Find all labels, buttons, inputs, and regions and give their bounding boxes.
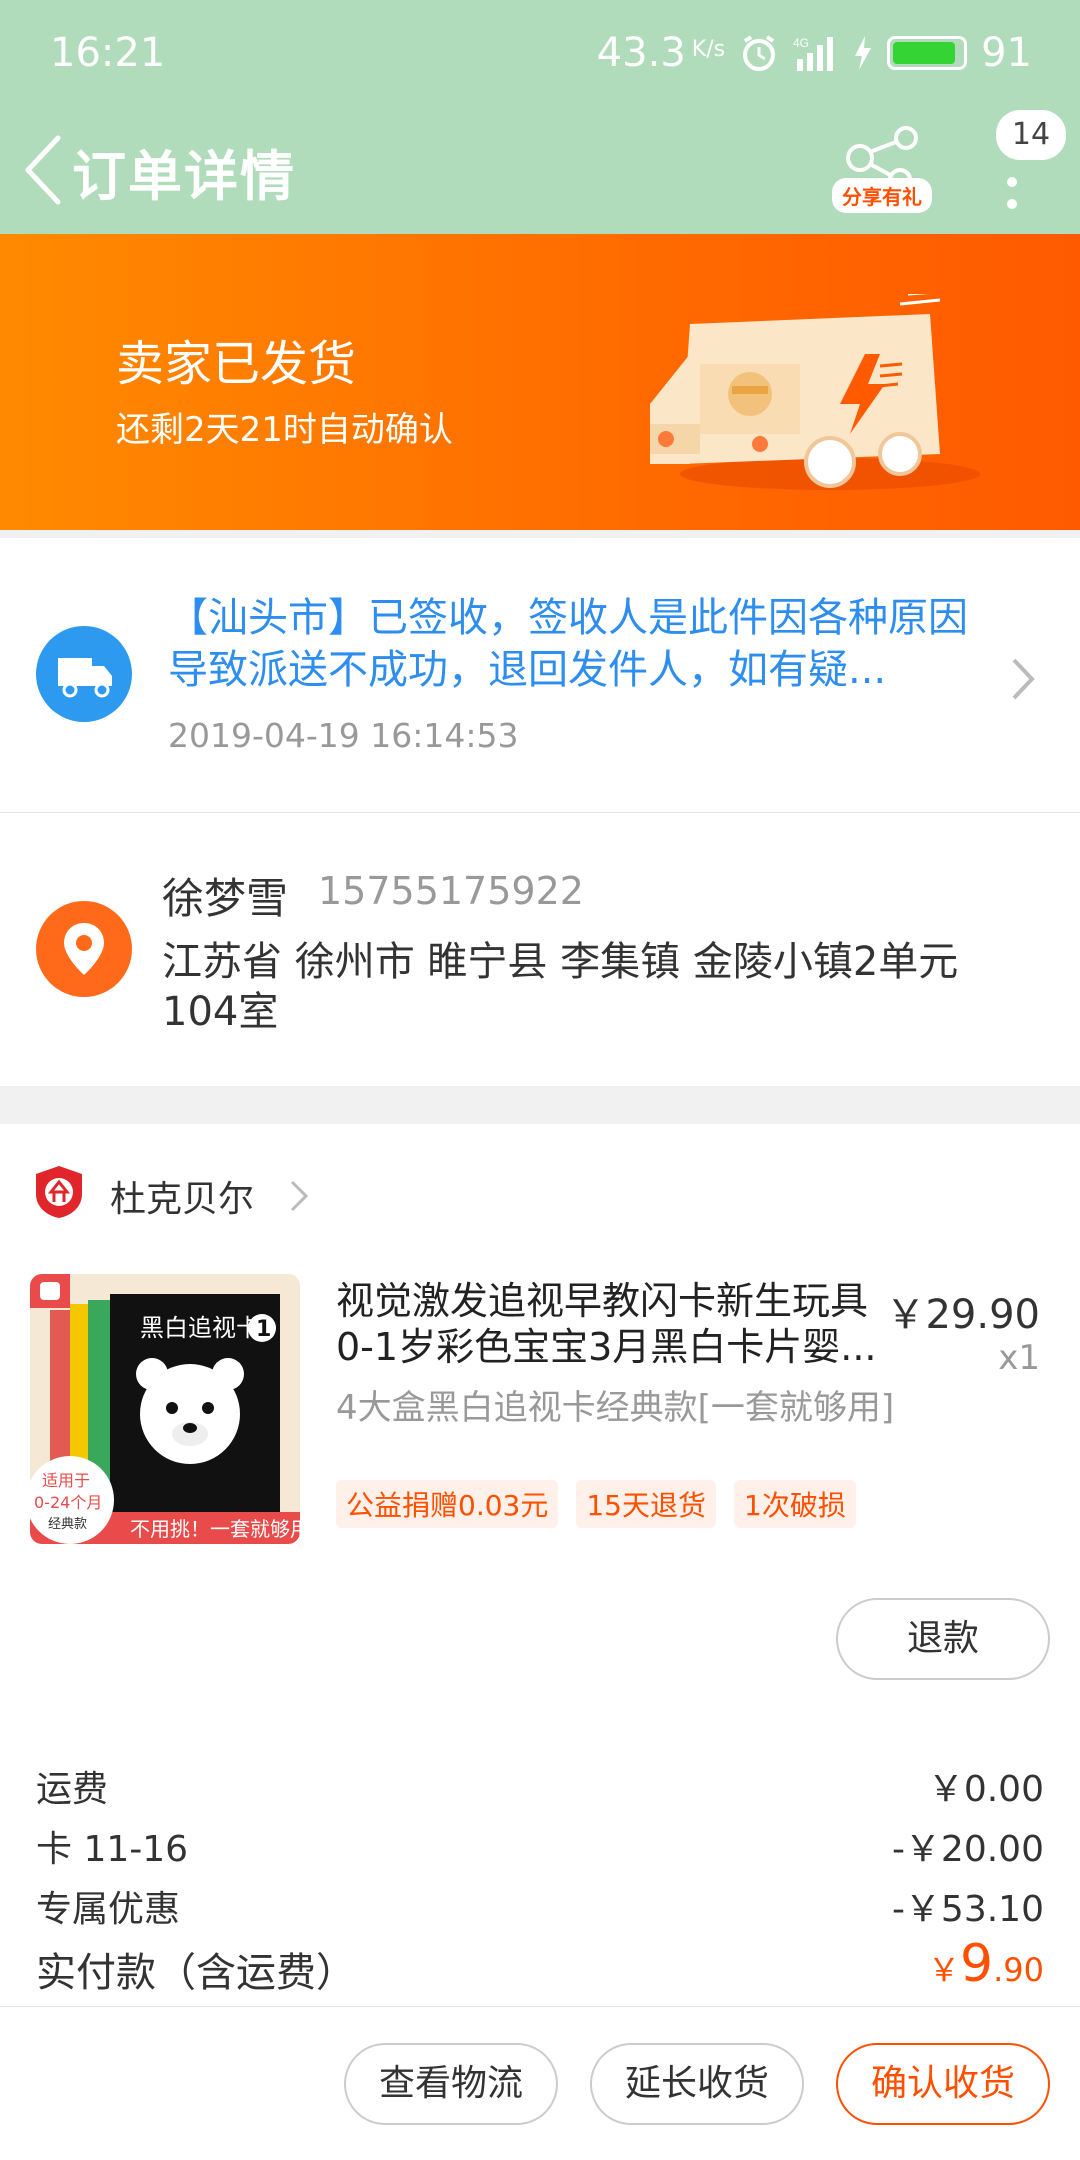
fee-value: ￥0.00	[927, 1769, 1044, 1810]
page-title: 订单详情	[72, 145, 296, 208]
shop-header[interactable]: 杜克贝尔	[0, 1124, 1080, 1254]
order-item[interactable]: 黑白追视卡 1 不用挑！一套就够用 适用于 0-24个月 经典款 视觉激发追视早…	[30, 1274, 1050, 1554]
shipping-status-banner: 卖家已发货 还剩2天21时自动确认	[0, 234, 1080, 530]
thumb-age-line1: 适用于	[42, 1471, 90, 1490]
refund-button[interactable]: 退款	[836, 1598, 1050, 1680]
thumb-age-line2: 0-24个月	[34, 1493, 102, 1512]
bottom-action-bar: 查看物流 延长收货 确认收货	[0, 2006, 1080, 2160]
logistics-timestamp: 2019-04-19 16:14:53	[168, 716, 519, 755]
service-tag: 公益捐赠0.03元	[336, 1480, 559, 1528]
product-title[interactable]: 视觉激发追视早教闪卡新生玩具0-1岁彩色宝宝3月黑白卡片婴...	[336, 1278, 896, 1370]
total-paid-row: 实付款（含运费） ￥9.90	[0, 1934, 1080, 2010]
fee-label: 运费	[36, 1769, 109, 1810]
battery-icon	[887, 36, 968, 70]
delivery-truck-illustration	[650, 294, 980, 490]
recipient-phone: 15755175922	[318, 869, 584, 913]
recipient-name: 徐梦雪	[162, 874, 289, 923]
chevron-right-icon	[1012, 658, 1035, 700]
order-items-card: 杜克贝尔 黑白追视卡 1 不用挑！一套就够用 适用于 0-24个月 经典款 视觉…	[0, 1124, 1080, 2124]
charging-icon	[855, 36, 872, 70]
status-bar: 16:21 43.3 K/s 4G 91	[0, 0, 1080, 110]
auto-confirm-countdown: 还剩2天21时自动确认	[116, 410, 453, 450]
fee-label: 专属优惠	[36, 1889, 181, 1930]
section-divider	[0, 530, 1080, 538]
logistics-latest-update: 【汕头市】已签收，签收人是此件因各种原因导致派送不成功，退回发件人，如有疑...	[168, 595, 968, 693]
view-logistics-button[interactable]: 查看物流	[344, 2043, 558, 2125]
share-reward-badge[interactable]: 分享有礼	[832, 178, 932, 213]
chevron-right-icon	[290, 1180, 309, 1212]
fee-row: 卡 11-16 -￥20.00	[0, 1820, 1080, 1880]
thumb-box-title: 黑白追视卡	[140, 1314, 260, 1342]
signal-icon: 4G	[793, 36, 834, 71]
section-divider	[0, 1086, 1080, 1124]
location-pin-icon	[36, 901, 132, 997]
confirm-receipt-button[interactable]: 确认收货	[836, 2043, 1050, 2125]
more-options-icon[interactable]	[1000, 160, 1024, 230]
logistics-section[interactable]: 【汕头市】已签收，签收人是此件因各种原因导致派送不成功，退回发件人，如有疑...…	[0, 538, 1080, 810]
total-paid-label: 实付款（含运费）	[36, 1950, 356, 1996]
service-tag: 15天退货	[576, 1480, 716, 1528]
message-count-badge[interactable]: 14	[996, 110, 1066, 160]
thumb-box-number: 1	[256, 1317, 271, 1342]
service-tags: 公益捐赠0.03元 15天退货 1次破损	[336, 1480, 856, 1528]
back-arrow-icon[interactable]	[18, 132, 68, 208]
product-thumbnail[interactable]: 黑白追视卡 1 不用挑！一套就够用 适用于 0-24个月 经典款	[30, 1274, 300, 1544]
fee-row: 专属优惠 -￥53.10	[0, 1880, 1080, 1940]
shipping-status: 卖家已发货	[116, 336, 357, 392]
shipping-address-section: 徐梦雪 15755175922 江苏省 徐州市 睢宁县 李集镇 金陵小镇2单元1…	[0, 812, 1080, 1084]
thumb-slogan: 不用挑！一套就够用	[130, 1517, 300, 1541]
service-tag: 1次破损	[734, 1480, 856, 1528]
nav-bar: 订单详情 分享有礼 14	[0, 110, 1080, 234]
thumb-edition: 经典款	[48, 1517, 87, 1532]
extend-receipt-button[interactable]: 延长收货	[590, 2043, 804, 2125]
fee-row: 运费 ￥0.00	[0, 1760, 1080, 1820]
network-speed: 43.3	[596, 30, 686, 76]
fee-value: -￥20.00	[891, 1829, 1044, 1870]
battery-level: 91	[981, 30, 1032, 76]
alarm-icon	[743, 35, 776, 71]
status-icons: 43.3 K/s 4G 91	[597, 30, 1032, 76]
shop-name: 杜克贝尔	[110, 1179, 255, 1220]
fee-summary: 运费 ￥0.00 卡 11-16 -￥20.00 专属优惠 -￥53.10 实付…	[0, 1760, 1080, 2010]
delivery-truck-icon	[36, 626, 132, 722]
svg-text:4G: 4G	[793, 36, 809, 50]
fee-label: 卡 11-16	[36, 1829, 189, 1870]
product-spec: 4大盒黑白追视卡经典款[一套就够用]	[336, 1388, 895, 1428]
network-speed-unit: K/s	[691, 36, 726, 62]
recipient-address: 江苏省 徐州市 睢宁县 李集镇 金陵小镇2单元104室	[162, 939, 959, 1035]
fee-value: -￥53.10	[891, 1889, 1044, 1930]
product-quantity: x1	[998, 1338, 1040, 1378]
store-badge-icon	[36, 1166, 82, 1218]
total-paid-amount: ￥9.90	[928, 1934, 1044, 1994]
status-time: 16:21	[50, 30, 166, 76]
product-price: ￥29.90	[885, 1292, 1040, 1338]
